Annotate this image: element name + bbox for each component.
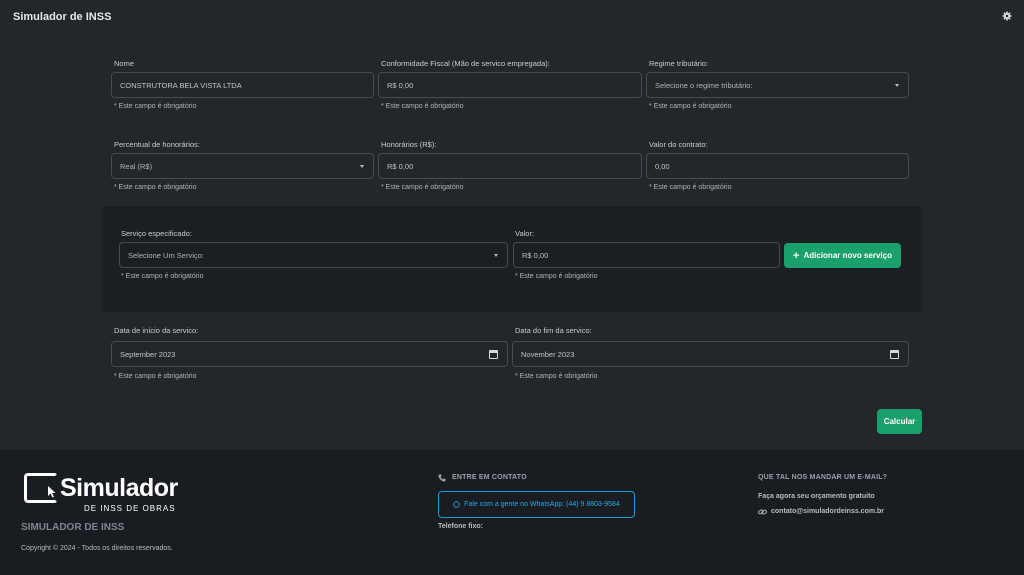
conformidade-required-note: * Este campo é obrigatório bbox=[381, 103, 464, 110]
email-heading: QUE TAL NOS MANDAR UM E-MAIL? bbox=[758, 474, 888, 481]
regime-required-note: * Este campo é obrigatório bbox=[649, 103, 732, 110]
email-cta-text: Faça agora seu orçamento gratuito bbox=[758, 493, 875, 500]
data-inicio-label: Data de início da servico: bbox=[114, 326, 199, 335]
chevron-down-icon bbox=[494, 254, 498, 257]
data-fim-input[interactable]: November 2023 bbox=[512, 341, 909, 367]
conformidade-input[interactable]: R$ 0,00 bbox=[378, 72, 642, 98]
data-fim-label: Data do fim da servico: bbox=[515, 326, 592, 335]
conformidade-label: Conformidade Fiscal (Mão de servico empr… bbox=[381, 59, 550, 68]
valor-required-note: * Este campo é obrigatório bbox=[515, 273, 598, 280]
honorarios-input[interactable]: R$ 0,00 bbox=[378, 153, 642, 179]
servico-select[interactable]: Selecione Um Serviço: bbox=[119, 242, 508, 268]
valor-contrato-required-note: * Este campo é obrigatório bbox=[649, 184, 732, 191]
phone-icon bbox=[438, 474, 446, 482]
data-fim-required-note: * Este campo é obrigatório bbox=[515, 373, 598, 380]
valor-contrato-value: 0,00 bbox=[655, 161, 670, 171]
nome-label: Nome bbox=[114, 59, 135, 68]
regime-value: Selecione o regime tributário: bbox=[655, 80, 753, 90]
cursor-icon bbox=[48, 486, 56, 498]
valor-value: R$ 0,00 bbox=[522, 250, 549, 260]
valor-contrato-label: Valor do contrato: bbox=[649, 140, 708, 149]
calendar-icon[interactable] bbox=[489, 350, 498, 359]
gear-icon[interactable] bbox=[1002, 11, 1012, 21]
top-bar: Simulador de INSS bbox=[0, 0, 1024, 36]
app-title: Simulador de INSS bbox=[13, 11, 112, 23]
whatsapp-icon bbox=[453, 501, 460, 508]
whatsapp-button[interactable]: Fale com a gente no WhatsApp: (44) 9 880… bbox=[438, 491, 635, 518]
regime-label: Regime tributário: bbox=[649, 59, 709, 68]
chevron-down-icon bbox=[895, 84, 899, 87]
valor-input[interactable]: R$ 0,00 bbox=[513, 242, 780, 268]
honorarios-label: Honorários (R$): bbox=[381, 140, 437, 149]
link-icon bbox=[758, 509, 767, 515]
brand-name: SIMULADOR DE INSS bbox=[21, 522, 125, 533]
copyright: Copyright © 2024 - Todos os direitos res… bbox=[21, 545, 173, 552]
phone-label: Telefone fixo: bbox=[438, 523, 483, 530]
percentual-value: Real (R$) bbox=[120, 161, 153, 171]
regime-select[interactable]: Selecione o regime tributário: bbox=[646, 72, 909, 98]
honorarios-required-note: * Este campo é obrigatório bbox=[381, 184, 464, 191]
logo-subtitle: DE INSS DE OBRAS bbox=[84, 504, 176, 513]
whatsapp-label: Fale com a gente no WhatsApp: (44) 9 880… bbox=[464, 501, 620, 508]
contact-heading: ENTRE EM CONTATO bbox=[452, 474, 527, 481]
percentual-required-note: * Este campo é obrigatório bbox=[114, 184, 197, 191]
percentual-select[interactable]: Real (R$) bbox=[111, 153, 374, 179]
add-service-button[interactable]: + Adicionar novo serviço bbox=[784, 243, 901, 268]
email-address-link[interactable]: contato@simuladordeinss.com.br bbox=[771, 508, 884, 515]
percentual-label: Percentual de honorários: bbox=[114, 140, 200, 149]
logo-main-text: Simulador bbox=[60, 474, 178, 502]
servico-value: Selecione Um Serviço: bbox=[128, 250, 204, 260]
valor-contrato-input[interactable]: 0,00 bbox=[646, 153, 909, 179]
honorarios-value: R$ 0,00 bbox=[387, 161, 414, 171]
valor-label: Valor: bbox=[515, 229, 535, 238]
nome-input[interactable]: CONSTRUTORA BELA VISTA LTDA bbox=[111, 72, 374, 98]
conformidade-value: R$ 0,00 bbox=[387, 80, 414, 90]
servico-label: Serviço especificado: bbox=[121, 229, 192, 238]
data-inicio-value: September 2023 bbox=[120, 349, 176, 359]
calculate-button[interactable]: Calcular bbox=[877, 409, 922, 434]
servico-required-note: * Este campo é obrigatório bbox=[121, 273, 204, 280]
data-inicio-required-note: * Este campo é obrigatório bbox=[114, 373, 197, 380]
nome-value: CONSTRUTORA BELA VISTA LTDA bbox=[120, 80, 242, 90]
data-inicio-input[interactable]: September 2023 bbox=[111, 341, 508, 367]
data-fim-value: November 2023 bbox=[521, 349, 575, 359]
nome-required-note: * Este campo é obrigatório bbox=[114, 103, 197, 110]
add-service-label: Adicionar novo serviço bbox=[803, 251, 892, 260]
chevron-down-icon bbox=[360, 165, 364, 168]
plus-icon: + bbox=[793, 249, 800, 262]
calendar-icon[interactable] bbox=[890, 350, 899, 359]
